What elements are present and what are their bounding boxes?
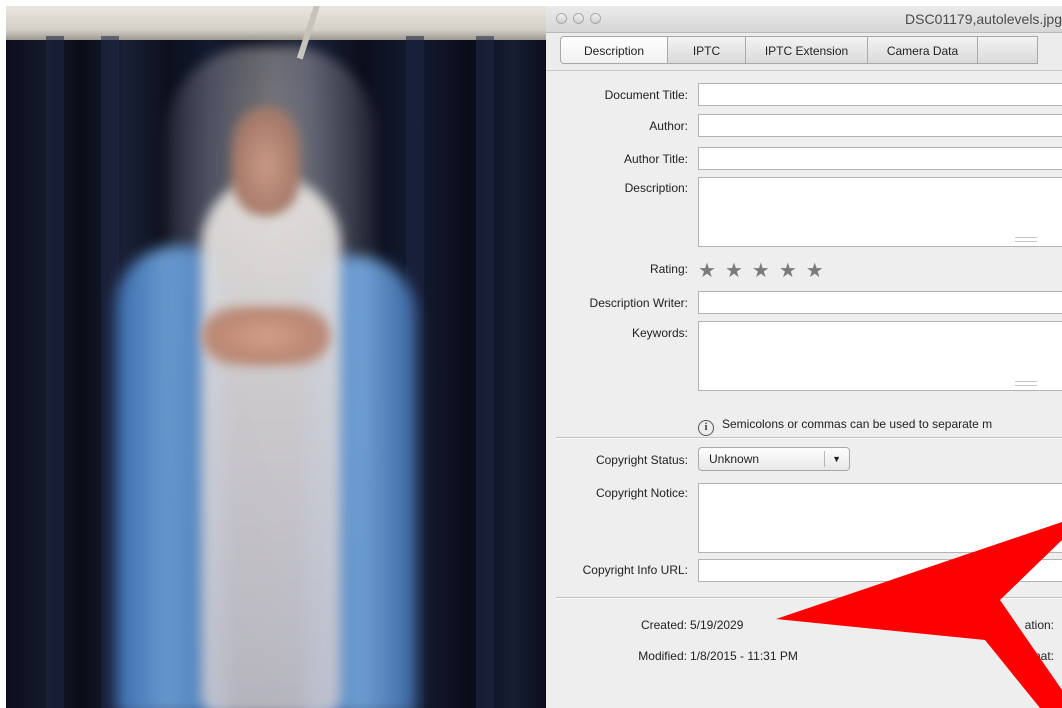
window-title: DSC01179,autolevels.jpg — [905, 11, 1062, 27]
star-icon[interactable]: ★ — [725, 261, 743, 281]
curtain-fold — [46, 36, 64, 708]
tab-overflow[interactable] — [978, 36, 1038, 64]
star-icon[interactable]: ★ — [806, 261, 824, 281]
rating-stars[interactable]: ★ ★ ★ ★ ★ — [698, 261, 824, 281]
description-writer-label: Description Writer: — [589, 296, 688, 310]
close-window-button[interactable] — [556, 13, 567, 24]
copyright-notice-textarea[interactable] — [698, 483, 1062, 553]
rating-label: Rating: — [649, 262, 688, 276]
description-textarea[interactable] — [698, 177, 1062, 247]
select-separator — [824, 451, 825, 467]
created-label: Created: — [640, 618, 687, 632]
statue-robe — [201, 176, 341, 708]
resize-grip[interactable] — [1015, 237, 1037, 242]
keywords-hint-text: Semicolons or commas can be used to sepa… — [722, 417, 993, 431]
copyright-status-label: Copyright Status: — [595, 453, 688, 467]
modified-label: Modified: — [638, 649, 687, 663]
star-icon[interactable]: ★ — [698, 261, 716, 281]
statue-head — [231, 106, 301, 216]
info-circle-icon: i — [698, 420, 714, 436]
section-divider — [556, 597, 1062, 599]
document-title-label: Document Title: — [604, 88, 688, 102]
ceiling — [6, 6, 546, 40]
tab-iptc[interactable]: IPTC — [668, 36, 746, 64]
minimize-window-button[interactable] — [573, 13, 584, 24]
description-writer-field[interactable] — [698, 291, 1062, 314]
tab-description[interactable]: Description — [560, 36, 668, 64]
statue-photo — [6, 6, 546, 708]
tab-bar: Description IPTC IPTC Extension Camera D… — [560, 36, 1038, 66]
statue-hands — [201, 306, 331, 366]
copyright-status-select[interactable]: Unknown ▼ — [698, 447, 850, 471]
tab-iptc-extension[interactable]: IPTC Extension — [746, 36, 868, 64]
curtain-fold — [476, 36, 494, 708]
copyright-info-url-label: Copyright Info URL: — [582, 563, 688, 577]
description-label: Description: — [624, 181, 688, 195]
tab-camera-data[interactable]: Camera Data — [868, 36, 978, 64]
keywords-label: Keywords: — [631, 326, 688, 340]
keywords-textarea[interactable] — [698, 321, 1062, 391]
author-title-field[interactable] — [698, 147, 1062, 170]
format-label: mat: — [1030, 649, 1054, 663]
description-pane: Document Title: Author: Author Title: De… — [546, 70, 1062, 708]
section-divider — [556, 437, 1062, 439]
copyright-status-value: Unknown — [709, 452, 760, 466]
screenshot: DSC01179,autolevels.jpg Description IPTC… — [0, 0, 1062, 708]
copyright-notice-label: Copyright Notice: — [595, 486, 688, 500]
author-label: Author: — [649, 119, 688, 133]
zoom-window-button[interactable] — [590, 13, 601, 24]
copyright-info-url-field[interactable] — [698, 559, 1062, 582]
author-title-label: Author Title: — [623, 152, 688, 166]
chevron-down-icon: ▼ — [832, 454, 841, 464]
window-titlebar[interactable]: DSC01179,autolevels.jpg — [546, 6, 1062, 33]
star-icon[interactable]: ★ — [752, 261, 770, 281]
star-icon[interactable]: ★ — [779, 261, 797, 281]
author-field[interactable] — [698, 114, 1062, 137]
resize-grip[interactable] — [1015, 381, 1037, 386]
application-label: ation: — [1024, 618, 1054, 632]
file-info-window: DSC01179,autolevels.jpg Description IPTC… — [546, 6, 1062, 708]
document-title-field[interactable] — [698, 83, 1062, 106]
keywords-hint: i Semicolons or commas can be used to sep… — [698, 417, 992, 436]
created-value: 5/19/2029 — [690, 618, 744, 632]
modified-value: 1/8/2015 - 11:31 PM — [690, 649, 798, 663]
